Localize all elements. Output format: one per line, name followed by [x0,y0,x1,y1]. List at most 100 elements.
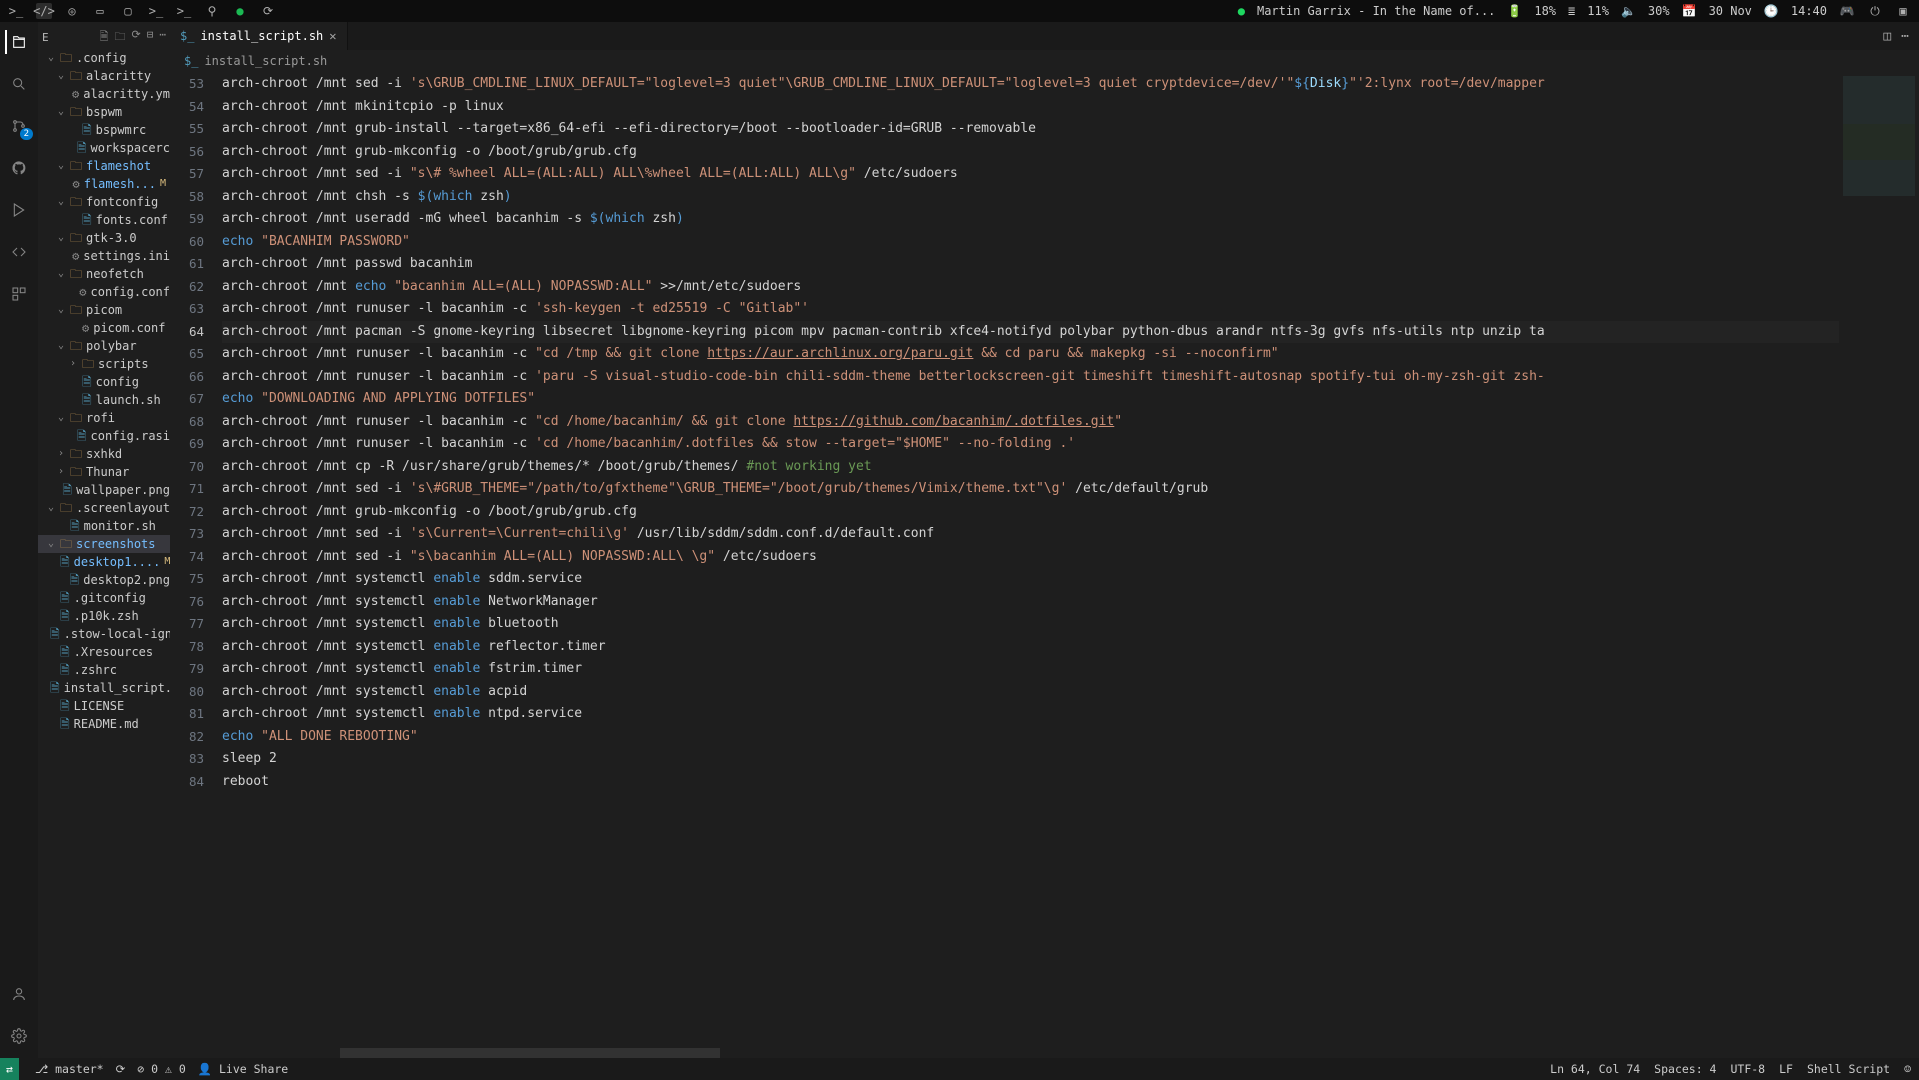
folder-item[interactable]: ⌄🗀rofi [38,409,170,427]
run-debug-icon[interactable] [7,198,31,222]
term3-icon[interactable]: >_ [176,3,192,19]
tab-install-script[interactable]: $_ install_script.sh ✕ [170,22,348,50]
file-item[interactable]: ⚙settings.ini [38,247,170,265]
shell-file-icon: $_ [184,54,198,68]
explorer-header: E 🗎 🗀 ⟳ ⊟ ⋯ [38,26,170,49]
activity-bar: 2 [0,22,38,1058]
scm-badge: 2 [20,128,33,140]
file-item[interactable]: 🗎bspwmrc [38,121,170,139]
remote-button[interactable]: ⇄ [0,1058,19,1080]
extensions-icon[interactable] [7,282,31,306]
browser-icon[interactable]: ◎ [64,3,80,19]
file-item[interactable]: 🗎wallpaper.png [38,481,170,499]
file-item[interactable]: 🗎install_script.sh [38,679,170,697]
folder-item[interactable]: ⌄🗀polybar [38,337,170,355]
pin-icon[interactable]: ⚲ [204,3,220,19]
new-folder-icon[interactable]: 🗀 [115,28,126,47]
line-gutter[interactable]: 5354555657585960616263646566676869707172… [170,72,222,1048]
folder-item[interactable]: ›🗀scripts [38,355,170,373]
file-item[interactable]: 🗎.gitconfig [38,589,170,607]
remote-icon[interactable] [7,240,31,264]
file-item[interactable]: 🗎monitor.sh [38,517,170,535]
github-icon[interactable] [7,156,31,180]
folder-item[interactable]: ⌄🗀picom [38,301,170,319]
file-item[interactable]: 🗎.Xresources [38,643,170,661]
file-tree[interactable]: ⌄🗀.config⌄🗀alacritty⚙alacritty.yml⌄🗀bspw… [38,49,170,733]
folder-item[interactable]: ⌄🗀.config [38,49,170,67]
more-icon[interactable]: ⋯ [159,28,166,47]
file-item[interactable]: 🗎config.rasi [38,427,170,445]
source-control-icon[interactable]: 2 [7,114,31,138]
file-item[interactable]: 🗎desktop1....M [38,553,170,571]
spotify-track[interactable]: Martin Garrix - In the Name of... [1257,4,1495,18]
discord-icon[interactable]: 🎮 [1839,3,1855,19]
collapse-icon[interactable]: ⊟ [147,28,154,47]
file-item[interactable]: 🗎.p10k.zsh [38,607,170,625]
feedback-icon[interactable]: ☺ [1904,1062,1911,1076]
sync-icon[interactable]: ⟳ [260,3,276,19]
new-file-icon[interactable]: 🗎 [100,28,109,47]
folder-item[interactable]: ›🗀Thunar [38,463,170,481]
indent[interactable]: Spaces: 4 [1654,1062,1716,1076]
file-item[interactable]: ⚙config.conf [38,283,170,301]
breadcrumb[interactable]: $_ install_script.sh [170,50,1919,72]
account-icon[interactable] [7,982,31,1006]
file-item[interactable]: ⚙alacritty.yml [38,85,170,103]
file-item[interactable]: 🗎launch.sh [38,391,170,409]
folder-item[interactable]: ⌄🗀fontconfig [38,193,170,211]
problems[interactable]: ⊘ 0 ⚠ 0 [137,1062,186,1076]
folder-item[interactable]: ⌄🗀.screenlayout [38,499,170,517]
refresh-icon[interactable]: ⟳ [132,28,141,47]
logout-icon[interactable]: ▣ [1895,3,1911,19]
file-item[interactable]: 🗎LICENSE [38,697,170,715]
folder-item[interactable]: ⌄🗀gtk-3.0 [38,229,170,247]
folder-item[interactable]: ⌄🗀bspwm [38,103,170,121]
language-mode[interactable]: Shell Script [1807,1062,1890,1076]
file-item[interactable]: 🗎workspacerc [38,139,170,157]
folder-item[interactable]: ⌄🗀neofetch [38,265,170,283]
folder-item[interactable]: ›🗀sxhkd [38,445,170,463]
calendar-icon: 📅 [1682,4,1697,18]
spotify-status-icon: ● [1238,4,1245,18]
file-item[interactable]: ⚙flamesh...M [38,175,170,193]
volume-icon: 🔈 [1621,4,1636,18]
term2-icon[interactable]: >_ [148,3,164,19]
more-actions-icon[interactable]: ⋯ [1901,29,1909,44]
file-item[interactable]: ⚙picom.conf [38,319,170,337]
horizontal-scrollbar[interactable] [170,1048,1919,1058]
file-item[interactable]: 🗎desktop2.png [38,571,170,589]
tabs-bar[interactable]: $_ install_script.sh ✕ ◫ ⋯ [170,22,1919,50]
search-icon[interactable] [7,72,31,96]
power-icon[interactable]: ⏻ [1867,3,1883,19]
memory-icon: ≣ [1568,4,1575,18]
spotify-icon[interactable]: ● [232,3,248,19]
file-item[interactable]: 🗎config [38,373,170,391]
battery-pct: 18% [1534,4,1556,18]
settings-gear-icon[interactable] [7,1024,31,1048]
git-branch[interactable]: ⎇ master* [35,1062,104,1076]
code-icon[interactable]: </> [36,3,52,19]
files-icon[interactable]: ▭ [92,3,108,19]
file-item[interactable]: 🗎fonts.conf [38,211,170,229]
eol[interactable]: LF [1779,1062,1793,1076]
file-item[interactable]: 🗎.stow-local-ignore [38,625,170,643]
encoding[interactable]: UTF-8 [1730,1062,1765,1076]
editor-area: $_ install_script.sh ✕ ◫ ⋯ $_ install_sc… [170,22,1919,1058]
folder-item[interactable]: ⌄🗀alacritty [38,67,170,85]
file-item[interactable]: 🗎README.md [38,715,170,733]
close-icon[interactable]: ✕ [329,29,336,43]
explorer-icon[interactable] [5,30,29,54]
folder-item[interactable]: ⌄🗀screenshots [38,535,170,553]
git-sync[interactable]: ⟳ [116,1062,126,1076]
minimap[interactable] [1839,72,1919,1048]
screen-icon[interactable]: ▢ [120,3,136,19]
explorer-sidebar[interactable]: E 🗎 🗀 ⟳ ⊟ ⋯ ⌄🗀.config⌄🗀alacritty⚙alacrit… [38,22,170,1058]
battery-icon: 🔋 [1507,4,1522,18]
cursor-position[interactable]: Ln 64, Col 74 [1550,1062,1640,1076]
code-editor[interactable]: arch-chroot /mnt sed -i 's\GRUB_CMDLINE_… [222,72,1839,1048]
terminal-icon[interactable]: >_ [8,3,24,19]
file-item[interactable]: 🗎.zshrc [38,661,170,679]
folder-item[interactable]: ⌄🗀flameshot [38,157,170,175]
live-share[interactable]: 👤 Live Share [198,1062,289,1076]
split-editor-icon[interactable]: ◫ [1883,29,1891,44]
